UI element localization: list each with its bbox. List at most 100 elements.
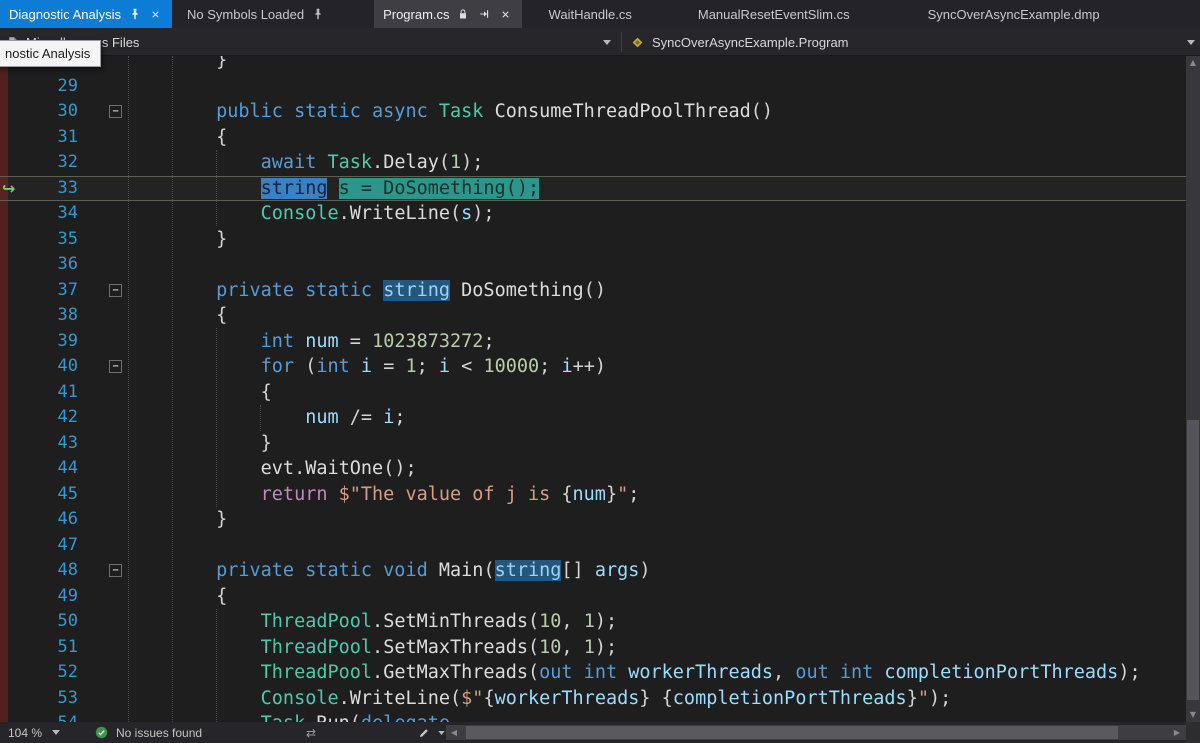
keep-open-icon[interactable] [477, 7, 492, 22]
tab-diagnostic-analysis[interactable]: Diagnostic Analysis [0, 0, 172, 28]
tab-manualreseteventslim-cs[interactable]: ManualResetEventSlim.cs [689, 0, 859, 28]
code-line[interactable]: 35 } [0, 227, 1200, 253]
scroll-down-icon[interactable]: ▼ [1186, 708, 1200, 722]
breakpoint-gutter[interactable] [0, 456, 30, 482]
fold-toggle-icon[interactable]: − [109, 564, 122, 577]
line-number[interactable]: 41 [30, 380, 78, 406]
code-line[interactable]: 30− public static async Task ConsumeThre… [0, 99, 1200, 125]
line-number[interactable]: 50 [30, 609, 78, 635]
fold-toggle-icon[interactable]: − [109, 284, 122, 297]
code-line[interactable]: 40− for (int i = 1; i < 10000; i++) [0, 354, 1200, 380]
code-line[interactable]: 43 } [0, 431, 1200, 457]
line-number[interactable]: 46 [30, 507, 78, 533]
code-line[interactable]: 42 num /= i; [0, 405, 1200, 431]
line-number[interactable]: 30 [30, 99, 78, 125]
line-number[interactable]: 34 [30, 201, 78, 227]
breakpoint-gutter[interactable] [0, 558, 30, 584]
scroll-right-icon[interactable]: ▶ [1170, 725, 1184, 740]
document-health-indicator[interactable]: No issues found [94, 722, 202, 743]
line-number[interactable]: 35 [30, 227, 78, 253]
scroll-up-icon[interactable]: ▲ [1186, 56, 1200, 70]
code-line[interactable]: 53 Console.WriteLine($"{workerThreads} {… [0, 686, 1200, 712]
code-line[interactable]: 52 ThreadPool.GetMaxThreads(out int work… [0, 660, 1200, 686]
breakpoint-gutter[interactable] [0, 150, 30, 176]
line-number[interactable]: 53 [30, 686, 78, 712]
close-icon[interactable] [498, 7, 513, 22]
breakpoint-gutter[interactable] [0, 125, 30, 151]
breakpoint-gutter[interactable] [0, 609, 30, 635]
line-number[interactable]: 33 [30, 176, 78, 202]
breakpoint-gutter[interactable] [0, 201, 30, 227]
breakpoint-gutter[interactable] [0, 507, 30, 533]
line-number[interactable]: 40 [30, 354, 78, 380]
code-line[interactable]: } [0, 56, 1200, 74]
code-line[interactable]: 34 Console.WriteLine(s); [0, 201, 1200, 227]
tab-waithandle-cs[interactable]: WaitHandle.cs [540, 0, 641, 28]
line-number[interactable]: 54 [30, 711, 78, 722]
code-line[interactable]: ↪33 string s = DoSomething(); [0, 176, 1200, 202]
line-number[interactable]: 47 [30, 533, 78, 559]
tab-no-symbols-loaded[interactable]: No Symbols Loaded [178, 0, 334, 28]
code-line[interactable]: 46 } [0, 507, 1200, 533]
line-number[interactable]: 49 [30, 584, 78, 610]
line-number[interactable]: 39 [30, 329, 78, 355]
code-line[interactable]: 37− private static string DoSomething() [0, 278, 1200, 304]
code-line[interactable]: 32 await Task.Delay(1); [0, 150, 1200, 176]
breakpoint-gutter[interactable] [0, 354, 30, 380]
fold-toggle-icon[interactable]: − [109, 360, 122, 373]
breakpoint-gutter[interactable] [0, 227, 30, 253]
breakpoint-gutter[interactable] [0, 686, 30, 712]
code-line[interactable]: 54 Task.Run(delegate [0, 711, 1200, 722]
line-number[interactable]: 42 [30, 405, 78, 431]
line-number[interactable]: 44 [30, 456, 78, 482]
arrows-icon[interactable]: ⇄ [306, 722, 316, 743]
horizontal-scrollbar-thumb[interactable] [466, 726, 1118, 739]
code-line[interactable]: 41 { [0, 380, 1200, 406]
code-line[interactable]: 50 ThreadPool.SetMinThreads(10, 1); [0, 609, 1200, 635]
breakpoint-gutter[interactable] [0, 431, 30, 457]
code-line[interactable]: 48− private static void Main(string[] ar… [0, 558, 1200, 584]
type-dropdown[interactable]: SyncOverAsyncExample.Program [624, 28, 1200, 56]
horizontal-scrollbar[interactable]: ◀ ▶ [446, 725, 1186, 740]
breakpoint-gutter[interactable] [0, 329, 30, 355]
breakpoint-gutter[interactable]: ↪ [0, 176, 30, 202]
breakpoint-gutter[interactable] [0, 533, 30, 559]
breakpoint-gutter[interactable] [0, 584, 30, 610]
breakpoint-gutter[interactable] [0, 252, 30, 278]
code-line[interactable]: 36 [0, 252, 1200, 278]
pin-icon[interactable] [127, 7, 142, 22]
line-number[interactable]: 29 [30, 74, 78, 100]
code-line[interactable]: 45 return $"The value of j is {num}"; [0, 482, 1200, 508]
line-number[interactable]: 31 [30, 125, 78, 151]
vertical-scrollbar[interactable]: ▲ ▼ [1186, 56, 1200, 722]
code-line[interactable]: 44 evt.WaitOne(); [0, 456, 1200, 482]
line-number[interactable]: 37 [30, 278, 78, 304]
tab-syncoverasyncexample-dmp[interactable]: SyncOverAsyncExample.dmp [919, 0, 1109, 28]
vertical-scrollbar-thumb[interactable] [1187, 420, 1199, 700]
chevron-down-icon[interactable] [438, 722, 445, 743]
breakpoint-gutter[interactable] [0, 660, 30, 686]
code-line[interactable]: 38 { [0, 303, 1200, 329]
code-line[interactable]: 51 ThreadPool.SetMaxThreads(10, 1); [0, 635, 1200, 661]
breakpoint-gutter[interactable] [0, 278, 30, 304]
zoom-control[interactable]: 104 % [8, 722, 42, 743]
breakpoint-gutter[interactable] [0, 303, 30, 329]
line-number[interactable]: 32 [30, 150, 78, 176]
pencil-icon[interactable] [418, 722, 431, 743]
line-number[interactable]: 51 [30, 635, 78, 661]
code-line[interactable]: 47 [0, 533, 1200, 559]
code-line[interactable]: 31 { [0, 125, 1200, 151]
line-number[interactable]: 48 [30, 558, 78, 584]
code-line[interactable]: 39 int num = 1023873272; [0, 329, 1200, 355]
line-number[interactable]: 45 [30, 482, 78, 508]
code-line[interactable]: 29 [0, 74, 1200, 100]
chevron-down-icon[interactable] [52, 722, 60, 743]
pin-icon[interactable] [310, 7, 325, 22]
fold-toggle-icon[interactable]: − [109, 105, 122, 118]
code-line[interactable]: 49 { [0, 584, 1200, 610]
line-number[interactable]: 43 [30, 431, 78, 457]
line-number[interactable]: 38 [30, 303, 78, 329]
scroll-left-icon[interactable]: ◀ [447, 725, 461, 740]
line-number[interactable]: 36 [30, 252, 78, 278]
tab-program-cs[interactable]: Program.cs [374, 0, 521, 28]
